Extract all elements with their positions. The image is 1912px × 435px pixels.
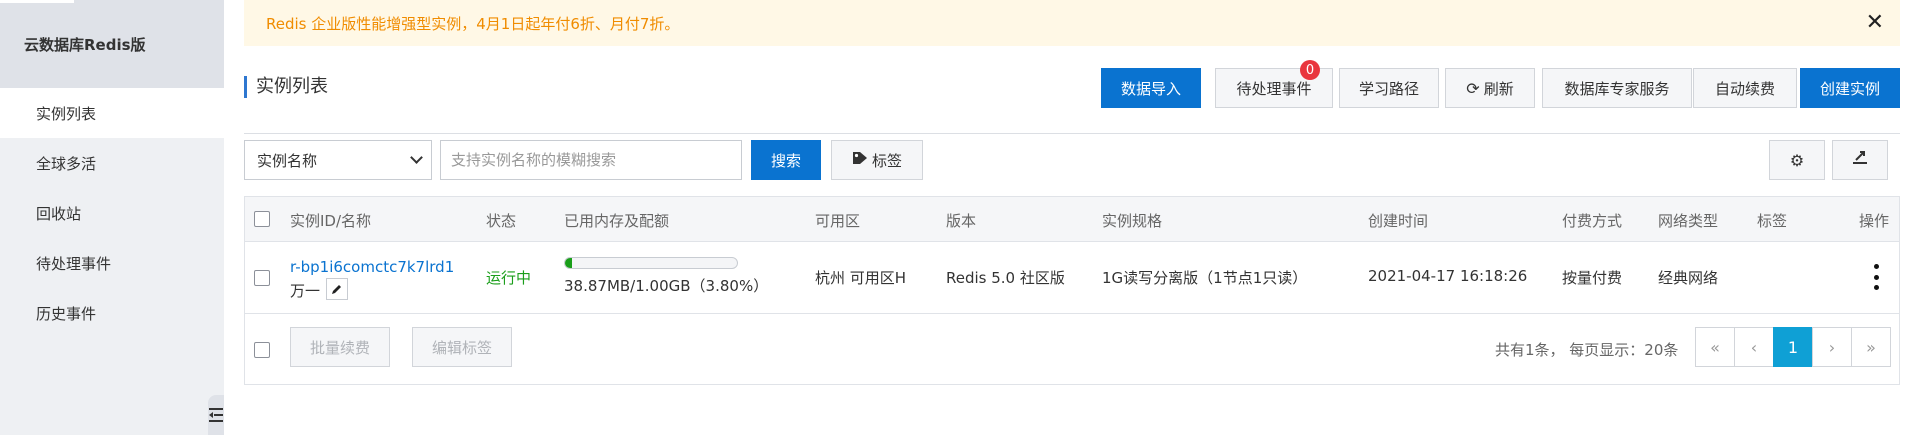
create-instance-button[interactable]: 创建实例 [1800, 68, 1900, 108]
search-button[interactable]: 搜索 [751, 140, 821, 180]
db-expert-service-label: 数据库专家服务 [1564, 79, 1670, 98]
data-import-label: 数据导入 [1120, 79, 1181, 98]
column-header-zone: 可用区 [815, 212, 861, 230]
header-divider [244, 133, 1900, 134]
db-expert-service-button[interactable]: 数据库专家服务 [1542, 68, 1692, 108]
pagination-summary: 共有1条， 每页显示：20条 [1495, 341, 1679, 359]
column-header-id: 实例ID/名称 [290, 212, 372, 230]
page-1-button[interactable]: 1 [1773, 327, 1813, 367]
chevron-down-icon [410, 151, 423, 164]
data-import-button[interactable]: 数据导入 [1101, 68, 1201, 108]
pending-events-button[interactable]: 待处理事件 0 [1215, 60, 1333, 108]
tag-icon [852, 151, 868, 169]
network-value: 经典网络 [1658, 269, 1719, 287]
memory-usage-text: 38.87MB/1.00GB（3.80%） [564, 277, 769, 295]
menu-collapse-icon[interactable] [208, 395, 224, 435]
tag-filter-button[interactable]: 标签 [831, 140, 923, 180]
batch-renew-label: 批量续费 [309, 338, 370, 357]
close-icon[interactable]: ✕ [1866, 12, 1884, 34]
billing-value: 按量付费 [1562, 269, 1623, 287]
create-instance-label: 创建实例 [1819, 79, 1880, 98]
edit-tags-button[interactable]: 编辑标签 [412, 327, 512, 367]
edit-tags-label: 编辑标签 [431, 338, 492, 357]
next-page-button[interactable]: › [1812, 327, 1852, 367]
sidebar-title: 云数据库Redis版 [0, 0, 224, 88]
first-page-icon: « [1710, 337, 1720, 357]
table-header: 实例ID/名称 状态 已用内存及配额 可用区 版本 实例规格 创建时间 付费方式… [245, 197, 1899, 242]
sidebar-item-label: 回收站 [36, 204, 82, 223]
created-time-value: 2021-04-17 16:18:26 [1368, 267, 1528, 285]
footer-select-all-checkbox[interactable] [254, 342, 270, 358]
sidebar-item-pending-events[interactable]: 待处理事件 [0, 238, 224, 288]
select-all-checkbox[interactable] [254, 211, 270, 227]
settings-button[interactable]: ⚙ [1769, 140, 1825, 180]
export-icon [1852, 151, 1868, 169]
edit-name-icon[interactable] [326, 278, 348, 300]
table-footer: 批量续费 编辑标签 共有1条， 每页显示：20条 « ‹ 1 › » [245, 314, 1899, 386]
memory-usage-fill [565, 258, 572, 268]
column-header-status: 状态 [486, 212, 517, 230]
sidebar-item-label: 实例列表 [36, 104, 97, 123]
status-badge: 运行中 [486, 269, 532, 287]
memory-usage-bar [564, 257, 738, 269]
version-value: Redis 5.0 社区版 [946, 269, 1065, 287]
column-header-billing: 付费方式 [1562, 212, 1623, 230]
export-button[interactable] [1832, 140, 1888, 180]
refresh-button[interactable]: ⟳ 刷新 [1445, 68, 1535, 108]
refresh-label: 刷新 [1483, 79, 1514, 98]
spec-value: 1G读写分离版（1节点1只读） [1102, 269, 1308, 287]
auto-renew-button[interactable]: 自动续费 [1693, 68, 1797, 108]
prev-page-button[interactable]: ‹ [1734, 327, 1774, 367]
pending-count-badge: 0 [1300, 60, 1320, 80]
zone-value: 杭州 可用区H [815, 269, 907, 287]
last-page-icon: » [1866, 337, 1876, 357]
batch-renew-button[interactable]: 批量续费 [290, 327, 390, 367]
page-title: 实例列表 [244, 76, 328, 98]
sidebar-top-accent [0, 0, 74, 3]
sidebar-item-global-active[interactable]: 全球多活 [0, 138, 224, 188]
column-header-version: 版本 [946, 212, 977, 230]
sidebar-item-label: 待处理事件 [36, 254, 112, 273]
auto-renew-label: 自动续费 [1714, 79, 1775, 98]
sidebar-item-recycle-bin[interactable]: 回收站 [0, 188, 224, 238]
sidebar-item-label: 全球多活 [36, 154, 97, 173]
learning-path-label: 学习路径 [1358, 79, 1419, 98]
column-header-spec: 实例规格 [1102, 212, 1163, 230]
column-header-tags: 标签 [1757, 212, 1788, 230]
column-header-created: 创建时间 [1368, 212, 1429, 230]
table-row: r-bp1i6comctc7k7lrd1 万一 运行中 38.87MB/1.00… [245, 242, 1899, 314]
column-header-network: 网络类型 [1658, 212, 1719, 230]
search-label: 搜索 [770, 151, 801, 170]
tag-label: 标签 [871, 151, 902, 170]
refresh-icon: ⟳ [1466, 78, 1480, 98]
search-field-select-value: 实例名称 [257, 151, 318, 170]
first-page-button[interactable]: « [1695, 327, 1735, 367]
sidebar-item-history-events[interactable]: 历史事件 [0, 288, 224, 338]
next-page-icon: › [1828, 337, 1836, 357]
more-actions-icon[interactable] [1873, 264, 1879, 290]
row-checkbox[interactable] [254, 270, 270, 286]
search-input[interactable] [440, 140, 742, 180]
promo-notice-text: Redis 企业版性能增强型实例，4月1日起年付6折、月付7折。 [266, 14, 680, 33]
instance-id-link[interactable]: r-bp1i6comctc7k7lrd1 [290, 258, 454, 276]
sidebar: 云数据库Redis版 实例列表 全球多活 回收站 待处理事件 历史事件 [0, 0, 224, 435]
sidebar-item-label: 历史事件 [36, 304, 97, 323]
current-page-number: 1 [1787, 337, 1799, 357]
app-root: 云数据库Redis版 实例列表 全球多活 回收站 待处理事件 历史事件 Redi… [0, 0, 1912, 435]
learning-path-button[interactable]: 学习路径 [1339, 68, 1439, 108]
instance-name: 万一 [290, 282, 321, 300]
instance-table: 实例ID/名称 状态 已用内存及配额 可用区 版本 实例规格 创建时间 付费方式… [244, 196, 1900, 385]
prev-page-icon: ‹ [1750, 337, 1758, 357]
column-header-actions: 操作 [1859, 212, 1890, 230]
last-page-button[interactable]: » [1851, 327, 1891, 367]
sidebar-item-instance-list[interactable]: 实例列表 [0, 88, 224, 138]
gear-icon: ⚙ [1789, 150, 1805, 170]
pending-events-label: 待处理事件 [1236, 79, 1312, 98]
column-header-memory: 已用内存及配额 [564, 212, 670, 230]
promo-notice: Redis 企业版性能增强型实例，4月1日起年付6折、月付7折。 ✕ [244, 0, 1900, 46]
search-field-select[interactable]: 实例名称 [244, 140, 432, 180]
